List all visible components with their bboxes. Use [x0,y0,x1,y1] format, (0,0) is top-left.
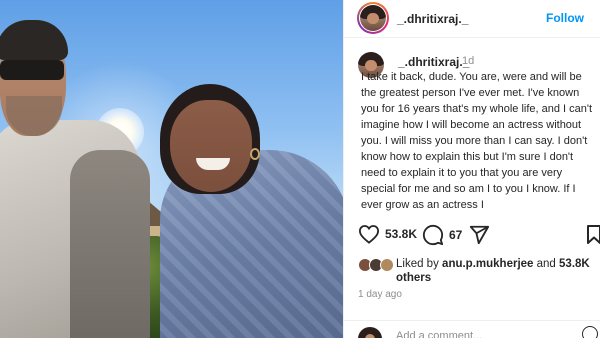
caption-text: I take it back, dude. You are, were and … [361,71,593,211]
emoji-icon[interactable] [582,326,598,338]
save-button[interactable] [586,224,600,244]
action-bar: 53.8K 67 [344,224,600,250]
post-timestamp[interactable]: 1 day ago [358,289,402,300]
liked-and: and [536,258,556,270]
man-hair [0,20,68,60]
share-icon [469,225,490,245]
follow-button[interactable]: Follow [546,11,584,25]
woman-face [170,100,252,192]
man-jacket [70,150,150,338]
share-button[interactable] [468,224,490,246]
like-count[interactable]: 53.8K [385,227,417,241]
comment-icon [422,224,444,246]
others-label[interactable]: others [396,272,431,284]
comment-input[interactable]: Add a comment... [396,330,482,338]
comment-count[interactable]: 67 [449,228,462,242]
sunglasses [0,60,64,80]
caption-time[interactable]: 1d [462,55,474,67]
liked-by-label: Liked by [396,258,439,270]
heart-icon [358,225,380,244]
viewer-avatar [358,327,382,338]
liked-by-text: Liked by anu.p.mukherjee and 53.8K other… [396,257,596,285]
earring [250,148,260,160]
post-header: _.dhritixraj._ Follow [344,0,600,38]
author-avatar[interactable] [360,5,386,31]
post-sidebar: _.dhritixraj._ Follow _.dhritixraj._ 1d … [343,0,600,338]
bookmark-icon [587,225,600,244]
author-username[interactable]: _.dhritixraj._ [397,12,468,26]
liked-by-avatars[interactable] [358,258,398,274]
comment-button[interactable]: 67 [422,224,462,246]
post-photo[interactable] [0,0,343,338]
others-count[interactable]: 53.8K [559,258,590,270]
liker-username[interactable]: anu.p.mukherjee [442,258,533,270]
caption-author-username[interactable]: _.dhritixraj._ [398,55,469,69]
like-button[interactable]: 53.8K [358,224,417,244]
comment-bar: Add a comment... [344,320,600,338]
liker-avatar [380,258,394,272]
